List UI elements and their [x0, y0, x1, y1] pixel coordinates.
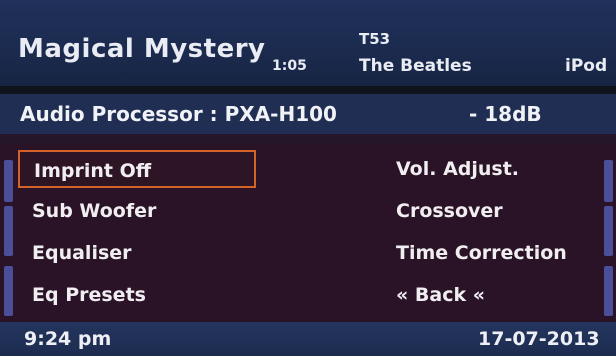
now-playing-header: Magical Mystery 1:05 T53 The Beatles iPo… [0, 0, 616, 86]
right-bracket-top [604, 160, 613, 202]
left-bracket-top [4, 160, 13, 202]
source-label: iPod [565, 56, 608, 76]
head-unit-screen: Magical Mystery 1:05 T53 The Beatles iPo… [0, 0, 616, 356]
menu-item-time-correction[interactable]: Time Correction [384, 234, 598, 272]
right-bracket-bottom [604, 266, 613, 316]
menu-item-crossover[interactable]: Crossover [384, 192, 598, 230]
status-footer: 9:24 pm 17-07-2013 [0, 322, 616, 356]
back-button[interactable]: « Back « [384, 276, 598, 314]
menu-item-equaliser[interactable]: Equaliser [18, 234, 256, 272]
header-divider [0, 86, 616, 94]
audio-menu: Imprint Off Sub Woofer Equaliser Eq Pres… [0, 144, 616, 322]
volume-level: - 18dB [469, 102, 542, 126]
artist-name: The Beatles [359, 56, 472, 76]
clock-time: 9:24 pm [24, 328, 112, 350]
track-number: T53 [359, 30, 391, 48]
right-bracket-mid [604, 206, 613, 256]
left-bracket-mid [4, 206, 13, 256]
left-bracket-bottom [4, 266, 13, 316]
processor-divider [0, 134, 616, 144]
menu-item-vol-adjust[interactable]: Vol. Adjust. [384, 150, 598, 188]
menu-item-sub-woofer[interactable]: Sub Woofer [18, 192, 256, 230]
clock-date: 17-07-2013 [478, 328, 600, 350]
processor-label: Audio Processor : PXA-H100 [20, 102, 337, 126]
processor-bar: Audio Processor : PXA-H100 - 18dB [0, 94, 616, 134]
menu-item-eq-presets[interactable]: Eq Presets [18, 276, 256, 314]
elapsed-time: 1:05 [272, 58, 307, 74]
album-title: Magical Mystery [18, 34, 266, 64]
menu-item-imprint[interactable]: Imprint Off [18, 150, 256, 188]
